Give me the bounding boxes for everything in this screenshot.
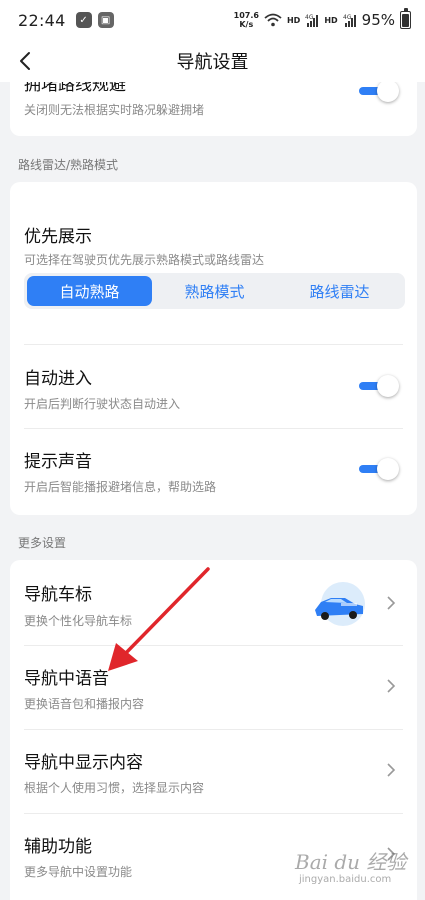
list-item-nav-display[interactable]: 导航中显示内容 根据个人使用习惯，选择显示内容 [10, 730, 417, 813]
congestion-avoid-toggle[interactable] [359, 82, 399, 102]
chevron-left-icon [20, 52, 30, 70]
sound-title: 提示声音 [24, 452, 92, 472]
divider [24, 344, 403, 345]
toggle-knob [377, 458, 399, 480]
more-section-label: 更多设置 [18, 536, 67, 550]
app-notification-icon: ✓ [75, 12, 92, 28]
net-speed-unit: K/s [239, 20, 254, 29]
congestion-avoid-card: 拥堵路线规避 关闭则无法根据实时路况躲避拥堵 [10, 82, 417, 136]
status-right: 107.6 K/s HD 4G HD 4G 95% [234, 8, 411, 29]
item-title: 导航中语音 [24, 669, 109, 689]
item-subtitle: 更换语音包和播报内容 [24, 697, 145, 711]
watermark-brand: Bai du 经验 [295, 850, 407, 874]
hd-badge-2: HD [324, 15, 338, 25]
net-speed: 107.6 K/s [234, 11, 259, 29]
image-notification-icon: ▣ [97, 12, 114, 28]
battery-icon [400, 8, 411, 29]
sound-subtitle: 开启后智能播报避堵信息，帮助选路 [24, 480, 217, 494]
chevron-right-icon [385, 762, 397, 778]
congestion-avoid-subtitle: 关闭则无法根据实时路况躲避拥堵 [24, 103, 205, 117]
list-item-nav-car-icon[interactable]: 导航车标 更换个性化导航车标 [10, 560, 417, 645]
app-header: 导航设置 [0, 40, 425, 82]
battery-percent: 95% [361, 11, 395, 29]
list-item-nav-voice[interactable]: 导航中语音 更换语音包和播报内容 [10, 646, 417, 729]
auto-enter-title: 自动进入 [24, 369, 92, 389]
status-bar: 22:44 ✓ ▣ 107.6 K/s HD 4G HD 4G 95% [0, 0, 425, 40]
item-subtitle: 更换个性化导航车标 [24, 614, 133, 628]
item-title: 辅助功能 [24, 837, 92, 857]
wifi-icon [264, 13, 282, 27]
notification-icons: ✓ ▣ [75, 12, 114, 28]
priority-title: 优先展示 [24, 227, 92, 247]
signal-icon-2: 4G [343, 14, 356, 27]
svg-text:4G: 4G [343, 14, 352, 21]
auto-enter-toggle[interactable] [359, 375, 399, 397]
segment-familiar-mode[interactable]: 熟路模式 [152, 276, 277, 306]
baidu-jingyan-watermark: Bai du 经验 jingyan.baidu.com [289, 840, 419, 892]
status-time: 22:44 [18, 10, 66, 30]
toggle-knob [377, 82, 399, 102]
car-icon [315, 598, 363, 620]
chevron-right-icon [385, 595, 397, 611]
congestion-avoid-title: 拥堵路线规避 [24, 82, 126, 95]
hd-badge-1: HD [286, 15, 301, 25]
car-preview [311, 580, 365, 626]
item-title: 导航中显示内容 [24, 753, 143, 773]
item-title: 导航车标 [24, 585, 92, 605]
radar-card: 优先展示 可选择在驾驶页优先展示熟路模式或路线雷达 自动熟路 熟路模式 路线雷达… [10, 182, 417, 515]
sound-toggle[interactable] [359, 458, 399, 480]
priority-segmented-control: 自动熟路 熟路模式 路线雷达 [24, 273, 405, 309]
chevron-right-icon [385, 678, 397, 694]
back-button[interactable] [10, 46, 40, 76]
segment-route-radar[interactable]: 路线雷达 [277, 276, 402, 306]
page-title: 导航设置 [176, 52, 249, 73]
priority-subtitle: 可选择在驾驶页优先展示熟路模式或路线雷达 [24, 253, 265, 267]
svg-text:4G: 4G [305, 14, 314, 21]
segment-auto-familiar[interactable]: 自动熟路 [27, 276, 152, 306]
signal-icon-1: 4G [305, 14, 319, 27]
auto-enter-subtitle: 开启后判断行驶状态自动进入 [24, 397, 181, 411]
watermark-url: jingyan.baidu.com [299, 874, 392, 885]
radar-section-label: 路线雷达/熟路模式 [18, 158, 119, 172]
divider [24, 428, 403, 429]
net-speed-value: 107.6 [233, 11, 259, 20]
item-subtitle: 更多导航中设置功能 [24, 865, 133, 879]
toggle-knob [377, 375, 399, 397]
item-subtitle: 根据个人使用习惯，选择显示内容 [24, 781, 205, 795]
